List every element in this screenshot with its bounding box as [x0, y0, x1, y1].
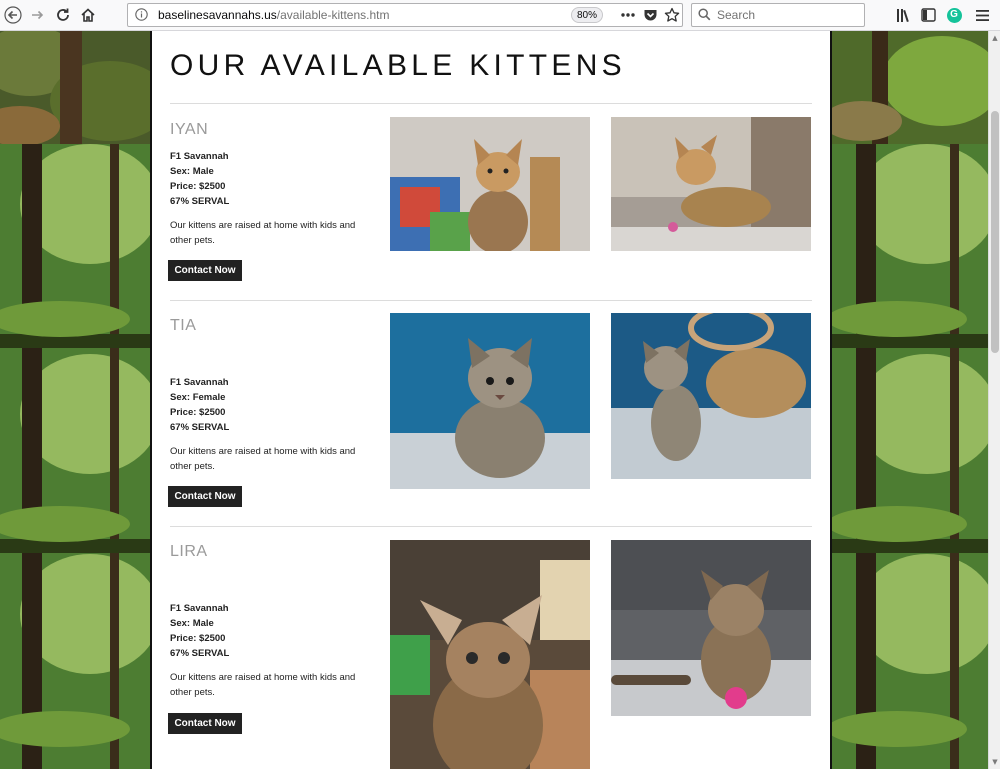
- back-icon[interactable]: [2, 4, 24, 26]
- kitten-sex: Sex: Female: [170, 392, 226, 403]
- reload-icon[interactable]: [52, 4, 74, 26]
- kitten-description: Our kittens are raised at home with kids…: [170, 220, 356, 246]
- main-content: OUR AVAILABLE KITTENS IYAN F1 Savannah S…: [150, 31, 832, 769]
- contact-now-button[interactable]: Contact Now: [168, 260, 242, 281]
- grammarly-badge: G: [946, 7, 962, 23]
- kitten-price: Price: $2500: [170, 407, 226, 418]
- url-text: baselinesavannahs.us/available-kittens.h…: [158, 8, 389, 22]
- scroll-down-arrow-icon[interactable]: ▼: [989, 755, 1000, 769]
- kitten-sex: Sex: Male: [170, 618, 214, 629]
- kitten-serval: 67% SERVAL: [170, 422, 230, 433]
- kitten-generation: F1 Savannah: [170, 151, 229, 162]
- forest-background-image: [832, 144, 988, 769]
- forest-background-image: [0, 31, 150, 144]
- page-title: OUR AVAILABLE KITTENS: [170, 49, 626, 82]
- vertical-scrollbar[interactable]: ▲ ▼: [988, 31, 1000, 769]
- scroll-up-arrow-icon[interactable]: ▲: [989, 31, 1000, 45]
- kitten-photo: [390, 117, 590, 251]
- kitten-name: IYAN: [170, 121, 209, 138]
- divider: [170, 526, 812, 527]
- zoom-level-badge[interactable]: 80%: [571, 7, 604, 23]
- page-viewport: OUR AVAILABLE KITTENS IYAN F1 Savannah S…: [0, 31, 988, 769]
- kitten-serval: 67% SERVAL: [170, 196, 230, 207]
- forward-icon[interactable]: [26, 4, 48, 26]
- info-icon[interactable]: [135, 6, 148, 25]
- kitten-price: Price: $2500: [170, 181, 226, 192]
- kitten-description: Our kittens are raised at home with kids…: [170, 672, 356, 698]
- forest-background-image: [0, 144, 150, 769]
- kitten-photo: [611, 540, 811, 716]
- pocket-icon[interactable]: [639, 4, 661, 26]
- menu-icon[interactable]: [971, 4, 993, 26]
- home-icon[interactable]: [77, 4, 99, 26]
- forest-background-image: [832, 31, 988, 144]
- kitten-photo: [611, 117, 811, 251]
- search-input[interactable]: [717, 8, 857, 22]
- browser-toolbar: baselinesavannahs.us/available-kittens.h…: [0, 0, 1000, 31]
- bookmark-star-icon[interactable]: [661, 4, 683, 26]
- kitten-name: TIA: [170, 317, 197, 334]
- kitten-name: LIRA: [170, 543, 208, 560]
- kitten-description: Our kittens are raised at home with kids…: [170, 446, 356, 472]
- kitten-generation: F1 Savannah: [170, 603, 229, 614]
- contact-now-button[interactable]: Contact Now: [168, 713, 242, 734]
- contact-now-button[interactable]: Contact Now: [168, 486, 242, 507]
- divider: [170, 103, 812, 104]
- kitten-sex: Sex: Male: [170, 166, 214, 177]
- url-path: /available-kittens.htm: [276, 8, 390, 22]
- kitten-photo: [611, 313, 811, 479]
- kitten-generation: F1 Savannah: [170, 377, 229, 388]
- search-icon: [698, 6, 711, 25]
- kitten-photo: [390, 313, 590, 489]
- search-bar[interactable]: [691, 3, 865, 27]
- library-icon[interactable]: [893, 4, 915, 26]
- scroll-thumb[interactable]: [991, 111, 999, 353]
- kitten-serval: 67% SERVAL: [170, 648, 230, 659]
- kitten-price: Price: $2500: [170, 633, 226, 644]
- url-host: baselinesavannahs.us: [158, 8, 277, 22]
- divider: [170, 300, 812, 301]
- kitten-photo: [390, 540, 590, 769]
- page-actions-icon[interactable]: [617, 4, 639, 26]
- sidebar-icon[interactable]: [917, 4, 939, 26]
- grammarly-icon[interactable]: G: [943, 4, 965, 26]
